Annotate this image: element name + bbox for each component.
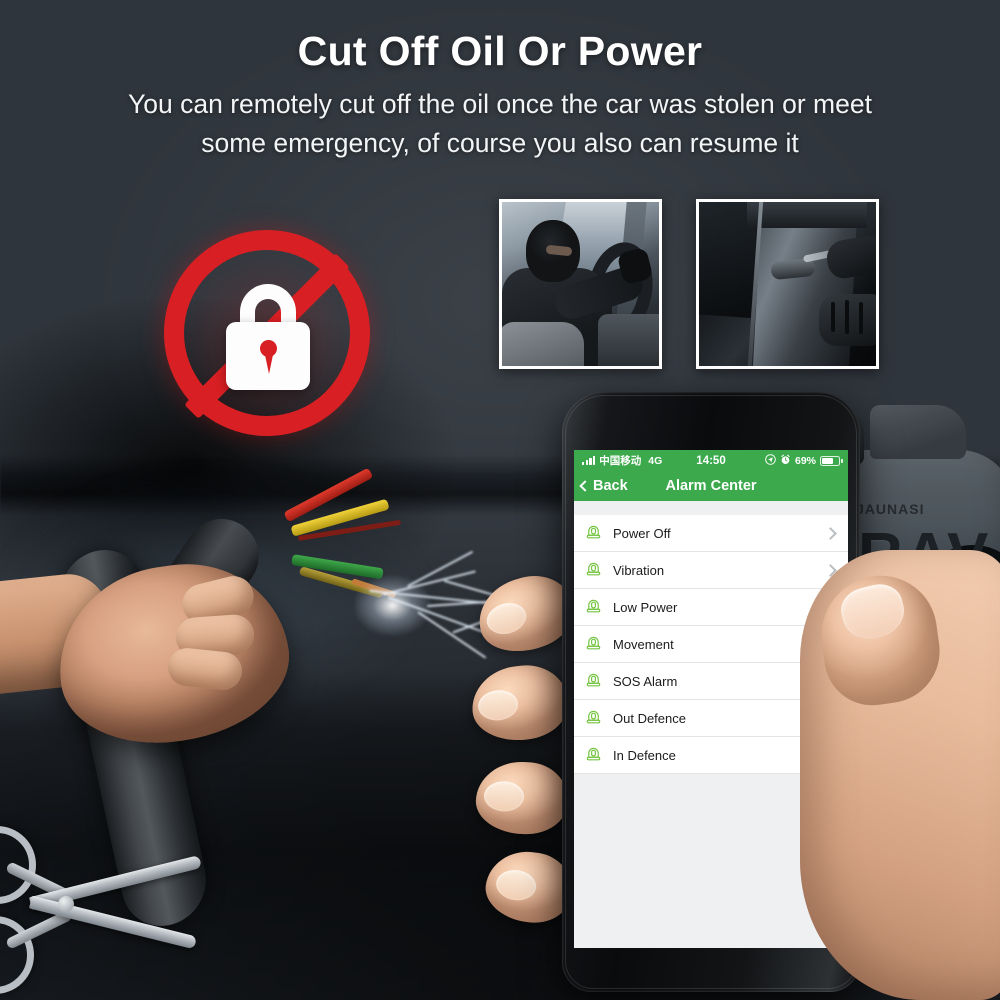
lock-keyhole-stem <box>264 350 274 374</box>
battery-percent-label: 69% <box>795 454 817 467</box>
network-type-label: 4G <box>648 454 663 467</box>
palm-holding-phone <box>800 550 1000 1000</box>
alarm-list-item-label: In Defence <box>613 747 676 763</box>
siren-icon <box>584 632 603 656</box>
status-bar: 中国移动 4G 14:50 69% <box>574 450 848 471</box>
page-subtitle: You can remotely cut off the oil once th… <box>0 85 1000 163</box>
scissors-pivot <box>58 896 74 912</box>
list-top-gap <box>574 501 848 515</box>
alarm-list-item-label: Power Off <box>613 525 671 541</box>
car-window-rear <box>870 405 966 459</box>
photo-break-window <box>747 202 867 228</box>
status-bar-time: 14:50 <box>696 454 726 467</box>
siren-icon <box>584 706 603 730</box>
photo-thief-seat <box>502 322 584 366</box>
siren-icon <box>584 558 603 582</box>
location-arrow-icon <box>765 453 776 468</box>
chevron-left-icon <box>579 480 591 492</box>
photo-thief-console <box>598 314 659 366</box>
alarm-list-item-label: Vibration <box>613 562 665 578</box>
siren-icon <box>584 743 603 767</box>
alarm-list-item-label: Low Power <box>613 599 678 615</box>
status-bar-left: 中国移动 4G <box>582 453 696 468</box>
alarm-list-item-label: Movement <box>613 636 674 652</box>
siren-icon <box>584 595 603 619</box>
back-button-label: Back <box>593 478 628 494</box>
alarm-list-item-label: Out Defence <box>613 710 686 726</box>
chevron-right-icon[interactable] <box>824 526 837 540</box>
carrier-label: 中国移动 <box>599 455 642 467</box>
page-subtitle-line-2: some emergency, of course you also can r… <box>201 128 799 159</box>
no-entry-lock-icon <box>138 208 396 476</box>
signal-bars-icon <box>582 456 596 465</box>
alarm-list-item-label: SOS Alarm <box>613 673 678 689</box>
siren-icon <box>584 669 603 693</box>
battery-icon <box>820 455 843 466</box>
header: Cut Off Oil Or Power You can remotely cu… <box>0 0 1000 163</box>
photo-car-break-in <box>696 199 879 369</box>
photo-break-glove-lower <box>819 294 876 346</box>
alarm-clock-icon <box>780 454 791 468</box>
status-bar-right: 69% <box>726 453 843 468</box>
photo-thief-in-car <box>499 199 662 369</box>
grip-finger-2 <box>468 661 572 745</box>
page-subtitle-line-1: You can remotely cut off the oil once th… <box>128 89 872 119</box>
car-brand-small-text: JAUNASI <box>856 501 925 517</box>
page-title: Cut Off Oil Or Power <box>297 28 703 74</box>
alarm-list-item[interactable]: Power Off <box>574 515 848 552</box>
scissors-icon <box>0 820 230 1000</box>
cut-cable-illustration <box>0 467 525 1000</box>
nav-bar: Back Alarm Center <box>574 471 848 501</box>
grip-finger-3 <box>474 760 570 836</box>
siren-icon <box>584 521 603 545</box>
back-button[interactable]: Back <box>579 478 628 494</box>
